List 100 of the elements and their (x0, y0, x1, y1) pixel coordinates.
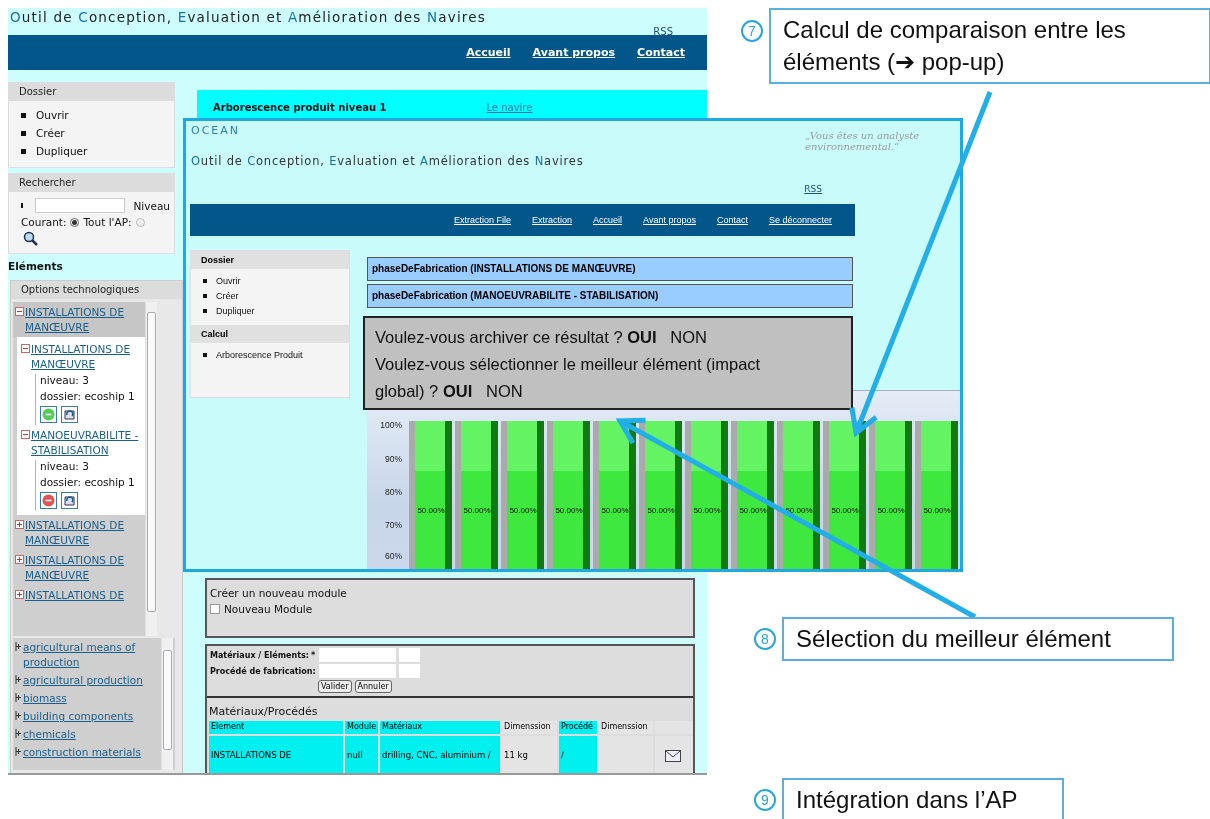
plus-box-icon[interactable] (15, 520, 24, 529)
category-link[interactable]: building components (23, 709, 134, 724)
sidebar-link[interactable]: Créer (203, 291, 349, 301)
rss-link[interactable]: RSS (804, 184, 822, 194)
plus-icon[interactable] (15, 675, 22, 684)
form-label: Matériaux / Eléments: (210, 650, 309, 660)
sidebar-link[interactable]: Arborescence Produit (203, 350, 349, 360)
axis-label: 100% (380, 420, 402, 430)
minus-box-icon[interactable] (15, 307, 24, 316)
plus-box-icon[interactable] (15, 555, 24, 564)
tree-item-link[interactable]: MANOEUVRABILITE - STABILISATION (31, 428, 145, 458)
nav-link[interactable]: Avant propos (532, 46, 616, 59)
bar-value-label: 50.00% (877, 506, 905, 515)
nav-link[interactable]: Contact (716, 215, 748, 225)
field-label: Niveau (133, 199, 170, 212)
table-title: Matériaux/Procédés (209, 705, 318, 718)
table-cell: 11 kg (502, 736, 557, 773)
section-label: Eléments (8, 260, 64, 272)
search-icon[interactable] (23, 231, 39, 247)
form-label: Procédé de fabrication: (210, 666, 316, 676)
sidebar-link[interactable]: Dupliquer (203, 306, 349, 316)
column-header: Matériaux (380, 721, 500, 734)
callout-text: Intégration dans l’AP (782, 778, 1064, 819)
plus-icon[interactable] (15, 642, 22, 651)
tree-detail-text: dossier: ecoship 1 (39, 476, 136, 488)
banner-link[interactable]: Le navire (486, 101, 533, 114)
minus-box-icon[interactable] (21, 430, 30, 439)
refresh-document-icon[interactable] (61, 406, 78, 423)
input-field[interactable] (319, 648, 396, 662)
dialog-question: Voulez-vous archiver ce résultat ? OUI NON (375, 327, 708, 348)
checkbox[interactable] (210, 604, 220, 614)
bar-value-label: 50.00% (555, 506, 583, 515)
bar-value-label: 50.00% (693, 506, 721, 515)
plus-box-icon[interactable] (15, 590, 24, 599)
app-title: Outil de Conception, Evaluation et Amélioration des Navires (191, 154, 584, 168)
scrollbar-thumb[interactable] (163, 650, 172, 750)
scrollbar[interactable] (161, 638, 173, 770)
scrollbar-thumb[interactable] (147, 312, 156, 612)
refresh-document-icon[interactable] (61, 492, 78, 509)
dialog-question: Voulez-vous sélectionner le meilleur élément (impact global) ? OUI NON (375, 354, 762, 402)
panel-header: Calcul (191, 325, 349, 343)
radio-label: Tout l'AP: (83, 216, 132, 228)
form-button[interactable]: Valider (318, 680, 352, 693)
nav-link[interactable]: Contact (637, 46, 685, 59)
table-cell: null (345, 736, 378, 773)
input-field[interactable] (319, 664, 396, 678)
form-button[interactable]: Annuler (354, 680, 392, 693)
category-link[interactable]: biomass (23, 691, 67, 706)
sidebar-link[interactable]: Ouvrir (203, 276, 349, 286)
minus-box-icon[interactable] (21, 344, 30, 353)
input-field[interactable] (399, 664, 420, 678)
step-number: 9 (754, 789, 776, 811)
radio-button[interactable] (135, 217, 145, 227)
callout-text: Calcul de comparaison entre les éléments (➔ pop-up) (769, 8, 1210, 84)
radio-button[interactable] (70, 217, 80, 227)
nav-link[interactable]: Accueil (593, 215, 623, 225)
sidebar-link[interactable]: Ouvrir (21, 109, 174, 121)
tree-item-link[interactable]: INSTALLATIONS DE MANŒUVRE (31, 342, 145, 372)
tree-item-link[interactable]: INSTALLATIONS DE (25, 588, 125, 603)
checkbox-label: Nouveau Module (224, 603, 313, 615)
plus-icon[interactable] (15, 693, 22, 702)
callout-text: Sélection du meilleur élément (782, 617, 1174, 661)
step-number: 8 (754, 628, 776, 650)
input-field[interactable] (399, 648, 420, 662)
step-number: 7 (741, 20, 763, 42)
quote-text: „Vous êtes un analyste environnemental.“ (805, 130, 921, 152)
sidebar-link[interactable]: Créer (21, 127, 174, 139)
plus-icon[interactable] (15, 747, 22, 756)
column-header: Dimenssion (502, 721, 557, 734)
envelope-icon[interactable] (665, 750, 681, 762)
bar-value-label: 50.00% (417, 506, 445, 515)
nav-link[interactable]: Accueil (466, 46, 511, 59)
nav-link[interactable]: Avant propos (643, 215, 696, 225)
phase-bar[interactable]: phaseDeFabrication (INSTALLATIONS DE MANŒUVRE) (367, 257, 853, 281)
scrollbar[interactable] (145, 302, 157, 636)
nav-link[interactable]: Se déconnecter (768, 215, 832, 225)
table-cell: drilling, CNC, aluminium / (380, 736, 500, 773)
plus-icon[interactable] (15, 711, 22, 720)
nav-link[interactable]: Extraction File (453, 215, 511, 225)
panel-header: Rechercher (9, 174, 174, 192)
tree-item-link[interactable]: INSTALLATIONS DE MANŒUVRE (25, 518, 145, 548)
category-link[interactable]: chemicals (23, 727, 76, 742)
phase-bar[interactable]: phaseDeFabrication (MANOEUVRABILITE - STABILISATION) (367, 284, 853, 308)
sidebar-link[interactable]: Dupliquer (21, 145, 174, 157)
table-cell: / (559, 736, 597, 773)
rss-link[interactable]: RSS (653, 26, 673, 37)
tree-detail-text: niveau: 3 (39, 460, 90, 472)
plus-icon[interactable] (15, 729, 22, 738)
bar-value-label: 50.00% (601, 506, 629, 515)
category-link[interactable]: construction materials (23, 745, 141, 760)
panel-header: Dossier (191, 251, 349, 269)
table-cell: INSTALLATIONS DE (209, 736, 343, 773)
search-field[interactable] (35, 198, 126, 213)
tree-item-link[interactable]: INSTALLATIONS DE MANŒUVRE (25, 553, 145, 583)
bar-value-label: 50.00% (739, 506, 767, 515)
category-link[interactable]: agricultural production (23, 673, 143, 688)
nav-link[interactable]: Extraction (532, 215, 573, 225)
axis-label: 60% (385, 551, 402, 561)
required-mark: * (310, 650, 316, 660)
bar-value-label: 50.00% (923, 506, 951, 515)
